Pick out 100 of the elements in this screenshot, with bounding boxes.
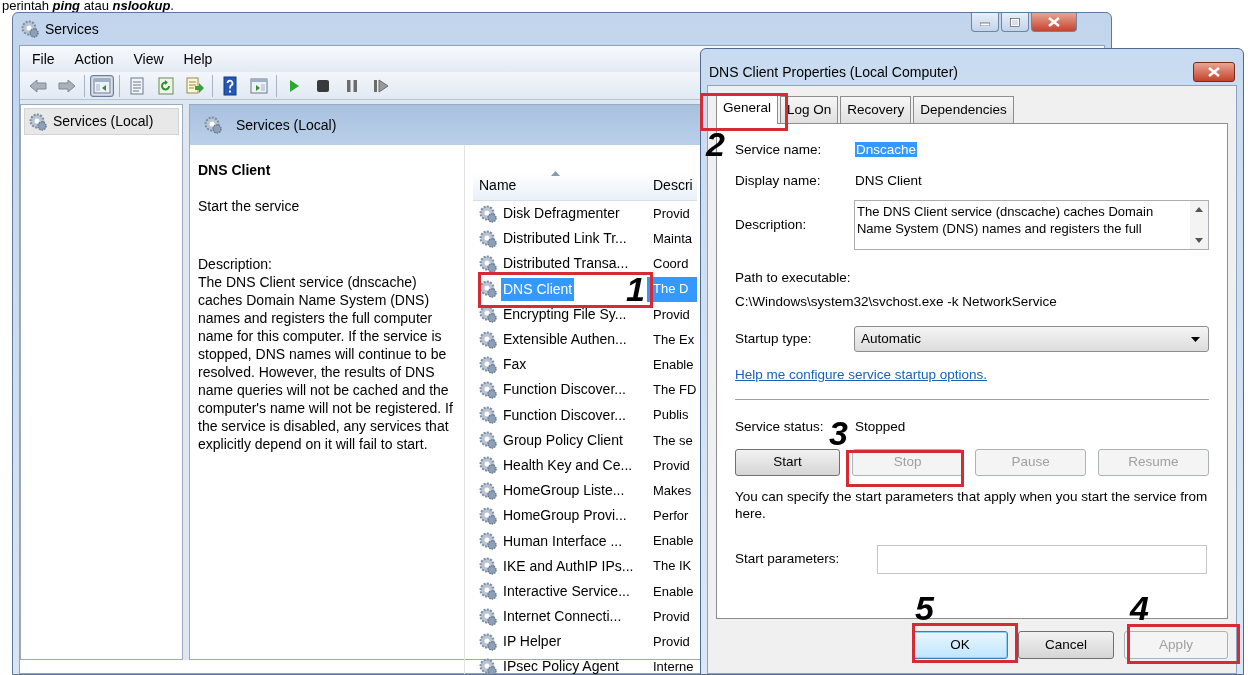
service-description: The se <box>652 431 694 450</box>
maximize-icon <box>1010 17 1020 27</box>
tab[interactable]: Recovery <box>840 96 912 124</box>
tab[interactable]: Dependencies <box>913 96 1014 124</box>
gear-icon <box>479 229 497 248</box>
description-field[interactable]: The DNS Client service (dnscache) caches Domain Name System (DNS) names and registers the full <box>854 200 1209 251</box>
field-label: Display name: <box>735 172 821 188</box>
service-name[interactable]: Internet Connecti... <box>501 605 624 629</box>
description-label: Description: <box>198 255 273 273</box>
close-button[interactable] <box>1193 62 1235 82</box>
tab[interactable]: Log On <box>780 96 839 124</box>
service-name[interactable]: Function Discover... <box>501 378 628 402</box>
service-name[interactable]: Encrypting File Sy... <box>501 302 629 326</box>
service-description: Interne <box>652 658 695 674</box>
service-button[interactable]: Start <box>735 449 841 476</box>
service-description: The IK <box>652 557 693 576</box>
help-icon[interactable] <box>220 75 240 96</box>
column-header[interactable]: Name <box>473 175 647 200</box>
help-text: You can specify the start parameters that apply when you start the service from here. <box>735 488 1209 522</box>
gear-icon <box>29 112 47 131</box>
dialog-button[interactable]: OK <box>912 631 1008 660</box>
service-description: Provid <box>652 633 691 652</box>
service-name[interactable]: Human Interface ... <box>501 529 625 553</box>
service-description: Enable <box>652 355 695 374</box>
gear-icon <box>479 305 497 324</box>
path-value: C:\Windows\system32\svchost.exe -k NetworkService <box>735 292 1058 311</box>
tab[interactable]: General <box>716 94 779 125</box>
gear-icon <box>479 557 497 576</box>
gear-icon <box>479 632 497 651</box>
gear-icon <box>479 582 497 601</box>
gear-icon <box>21 20 39 38</box>
pane-title: Services (Local) <box>236 115 337 135</box>
service-description: Provid <box>652 204 691 223</box>
gear-icon <box>479 355 497 374</box>
service-name[interactable]: IKE and AuthIP IPs... <box>501 554 636 578</box>
column-header[interactable]: Descri <box>647 175 697 200</box>
sort-arrow-icon <box>551 171 560 176</box>
document-icon[interactable] <box>127 75 147 96</box>
status-value: Stopped <box>855 418 906 437</box>
service-name[interactable]: Interactive Service... <box>501 579 632 603</box>
scroll-up-icon <box>1195 207 1203 213</box>
step-number: 1 <box>626 276 645 304</box>
panel-icon[interactable] <box>92 75 112 96</box>
service-name[interactable]: HomeGroup Provi... <box>501 504 629 528</box>
step-number: 2 <box>706 131 725 159</box>
service-name[interactable]: HomeGroup Liste... <box>501 479 627 503</box>
menu-item[interactable]: Help <box>175 46 221 72</box>
service-name[interactable]: IP Helper <box>501 630 564 654</box>
service-description: The FD <box>652 381 697 400</box>
menu-item[interactable]: Action <box>66 46 122 72</box>
service-description: Provid <box>652 456 691 475</box>
service-description: Provid <box>652 607 691 626</box>
description-text: The DNS Client service (dnscache) caches Domain Name System (DNS) names and registers the full computer name for this computer. If the service is stopped, DNS names will continue to be resolved. However, the results of DNS name queries will not be cached and the computer's name will not be registered. If the service is disabled, any services that explicitly depend on it will fail to start. <box>198 273 454 453</box>
gear-icon <box>479 506 497 525</box>
service-name[interactable]: Disk Defragmenter <box>501 202 622 226</box>
service-name[interactable]: Fax <box>501 353 529 377</box>
step-number: 4 <box>1130 595 1149 623</box>
maximize-button[interactable] <box>1001 13 1029 32</box>
scroll-down-icon <box>1195 238 1203 244</box>
start-parameters-field[interactable] <box>877 545 1207 574</box>
gear-icon <box>479 204 497 223</box>
start-link[interactable]: Start <box>198 198 228 214</box>
service-description: Perfor <box>652 507 690 526</box>
gear-icon <box>479 532 497 551</box>
service-description: The Ex <box>652 330 696 349</box>
step-number: 5 <box>915 595 934 623</box>
service-description: Provid <box>652 305 691 324</box>
minimize-button[interactable] <box>971 13 999 32</box>
service-name[interactable]: Distributed Transa... <box>501 252 631 276</box>
panel-icon[interactable] <box>249 75 269 96</box>
close-button[interactable] <box>1031 13 1077 32</box>
service-description: Publis <box>652 406 690 425</box>
close-icon <box>1208 67 1220 77</box>
service-title: DNS Client <box>198 161 272 179</box>
field-label: Start parameters: <box>735 551 840 567</box>
field-label: Path to executable: <box>735 269 852 288</box>
service-description: Enable <box>652 582 695 601</box>
service-name[interactable]: IPsec Policy Agent <box>501 655 621 674</box>
field-label: Service status: <box>735 419 824 435</box>
service-description: The D <box>647 276 697 302</box>
dialog-button[interactable]: Cancel <box>1018 631 1114 660</box>
gear-icon <box>479 330 497 349</box>
service-name[interactable]: Group Policy Client <box>501 428 625 452</box>
startup-type-dropdown[interactable]: Automatic <box>853 326 1209 353</box>
tree-item-label: Services (Local) <box>53 112 154 131</box>
dialog-title: DNS Client Properties (Local Computer) <box>709 62 958 82</box>
menu-item[interactable]: View <box>125 46 172 72</box>
menu-item[interactable]: File <box>24 46 63 72</box>
gear-icon <box>479 431 497 450</box>
service-name[interactable]: Function Discover... <box>501 403 628 427</box>
tree-item[interactable]: Services (Local) <box>24 108 179 135</box>
gear-icon <box>479 481 497 500</box>
service-name[interactable]: Extensible Authen... <box>501 328 629 352</box>
refresh-icon[interactable] <box>156 75 176 96</box>
service-name[interactable]: Health Key and Ce... <box>501 453 635 477</box>
field-label: Startup type: <box>735 331 812 347</box>
service-description: Makes <box>652 481 693 500</box>
export-list-icon[interactable] <box>185 75 205 96</box>
help-link[interactable]: Help me configure service startup options. <box>735 366 988 382</box>
service-name[interactable]: Distributed Link Tr... <box>501 227 629 251</box>
